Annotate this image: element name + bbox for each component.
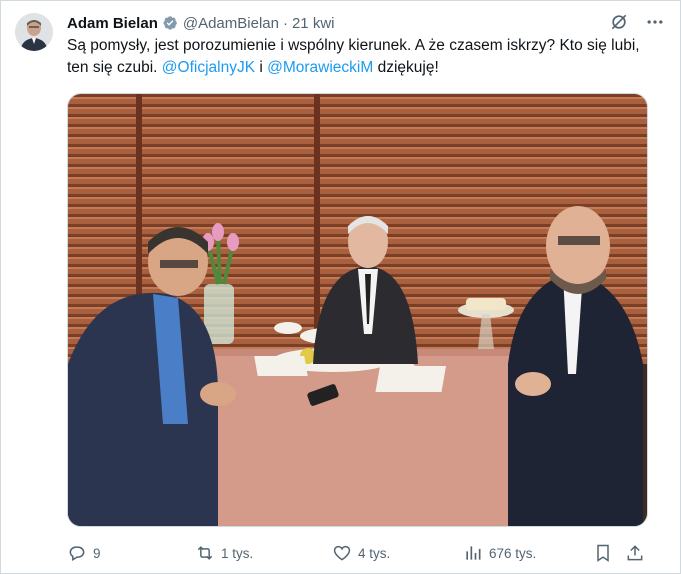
like-button[interactable]: 4 tys. <box>332 541 390 565</box>
tweet-top-icons <box>608 11 666 33</box>
reply-icon <box>69 546 85 561</box>
bookmark-icon <box>597 544 609 562</box>
tweet-card[interactable]: Adam Bielan @AdamBielan · 21 kwi Są pomy… <box>0 0 681 574</box>
more-icon[interactable] <box>644 11 666 33</box>
like-icon <box>333 545 351 561</box>
mention-link-morawieckim[interactable]: @MorawieckiM <box>267 59 373 76</box>
grok-icon[interactable] <box>608 11 630 33</box>
avatar-image <box>15 13 53 51</box>
share-icon <box>627 545 643 561</box>
tweet-text-suffix: dziękuję! <box>373 59 439 76</box>
author-handle[interactable]: @AdamBielan <box>183 15 279 32</box>
reply-count: 9 <box>93 545 101 561</box>
views-count: 676 tys. <box>489 545 537 561</box>
verified-badge-icon <box>162 15 178 31</box>
author-name[interactable]: Adam Bielan <box>67 15 158 32</box>
repost-icon <box>197 546 213 560</box>
photo-image <box>68 94 647 526</box>
avatar[interactable] <box>15 13 53 51</box>
like-count: 4 tys. <box>358 545 391 561</box>
tweet-header: Adam Bielan @AdamBielan · 21 kwi <box>67 13 335 33</box>
separator-dot: · <box>282 14 288 32</box>
mention-link-oficjalnyjk[interactable]: @OficjalnyJK <box>162 59 255 76</box>
repost-count: 1 tys. <box>221 545 254 561</box>
reply-button[interactable]: 9 <box>67 541 101 565</box>
tweet-actions: 9 1 tys. 4 tys. 676 tys. <box>67 541 657 565</box>
tweet-text-middle: i <box>255 59 268 76</box>
views-button[interactable]: 676 tys. <box>463 541 536 565</box>
tweet-text: Są pomysły, jest porozumienie i wspólny … <box>67 35 657 79</box>
bookmark-button[interactable] <box>593 541 613 565</box>
tweet-photo[interactable] <box>67 93 648 527</box>
repost-button[interactable]: 1 tys. <box>195 541 253 565</box>
timestamp[interactable]: 21 kwi <box>292 15 335 32</box>
share-button[interactable] <box>625 541 645 565</box>
views-icon <box>466 546 481 560</box>
